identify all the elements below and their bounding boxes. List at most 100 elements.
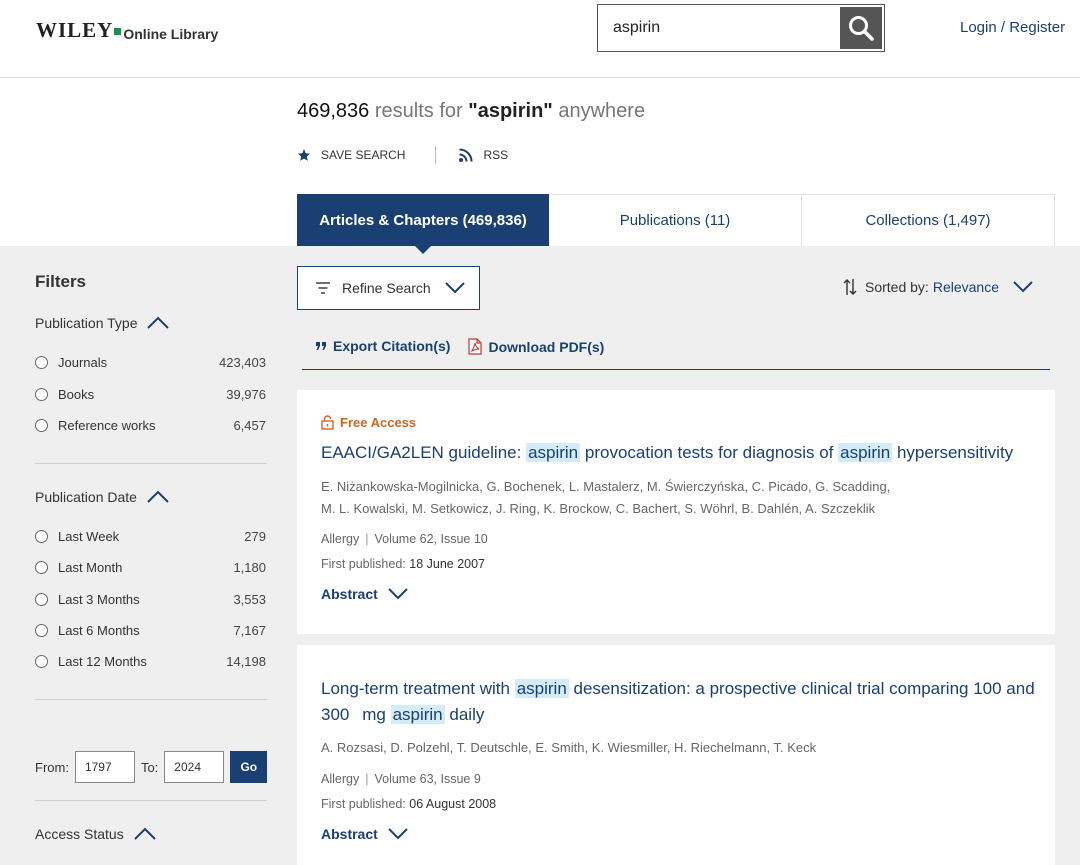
refine-search-button[interactable]: Refine Search bbox=[297, 266, 480, 310]
result-title-link[interactable]: EAACI/GA2LEN guideline: aspirin provocat… bbox=[321, 440, 1036, 466]
search-button[interactable] bbox=[840, 7, 882, 49]
journal-link[interactable]: Allergy bbox=[321, 532, 359, 546]
facet-count: 279 bbox=[244, 529, 266, 544]
facet-reference-works[interactable]: Reference works 6,457 bbox=[35, 418, 266, 433]
title-highlight: aspirin bbox=[838, 443, 893, 462]
facet-last-6-months[interactable]: Last 6 Months 7,167 bbox=[35, 623, 266, 638]
authors-line[interactable]: M. L. Kowalski, M. Setkowicz, J. Ring, K… bbox=[321, 498, 1021, 520]
first-published-date: 18 June 2007 bbox=[409, 557, 486, 571]
result-authors: E. Niżankowska-Mogilnicka, G. Bochenek, … bbox=[321, 476, 1021, 520]
radio-button[interactable] bbox=[35, 356, 48, 369]
search-icon bbox=[849, 16, 874, 41]
result-journal-meta: Allergy | Volume 62, Issue 10 bbox=[321, 532, 488, 546]
publication-type-title: Publication Type bbox=[35, 315, 138, 331]
quote-icon bbox=[316, 342, 326, 350]
wiley-logo[interactable]: WILEY Online Library bbox=[36, 18, 218, 43]
from-year-input[interactable] bbox=[74, 751, 135, 783]
tab-articles-chapters[interactable]: Articles & Chapters (469,836) bbox=[297, 194, 549, 254]
facet-label: Last 12 Months bbox=[58, 654, 147, 669]
radio-button[interactable] bbox=[35, 561, 48, 574]
result-authors: A. Rozsasi, D. Polzehl, T. Deutschle, E.… bbox=[321, 737, 1021, 759]
tab-publications[interactable]: Publications (11) bbox=[549, 194, 802, 246]
publication-date-title: Publication Date bbox=[35, 489, 137, 505]
facet-books[interactable]: Books 39,976 bbox=[35, 387, 266, 402]
radio-button[interactable] bbox=[35, 530, 48, 543]
save-search-button[interactable]: SAVE SEARCH bbox=[297, 148, 405, 162]
meta-separator: | bbox=[365, 772, 369, 786]
abstract-toggle[interactable]: Abstract bbox=[321, 586, 408, 602]
filters-title: Filters bbox=[35, 272, 87, 291]
authors-line[interactable]: E. Niżankowska-Mogilnicka, G. Bochenek, … bbox=[321, 476, 1021, 498]
rss-button[interactable]: RSS bbox=[458, 147, 508, 163]
facet-label: Books bbox=[58, 387, 95, 402]
publication-date-toggle[interactable]: Publication Date bbox=[35, 489, 169, 505]
result-card: Long-term treatment with aspirin desensi… bbox=[297, 645, 1055, 865]
logo-online-library-text: Online Library bbox=[123, 25, 219, 42]
result-title-link[interactable]: Long-term treatment with aspirin desensi… bbox=[321, 676, 1036, 728]
facet-last-week[interactable]: Last Week 279 bbox=[35, 529, 266, 544]
results-for-text: results for bbox=[374, 100, 463, 122]
volume-link[interactable]: Volume 62, Issue 10 bbox=[374, 532, 487, 546]
sort-dropdown[interactable]: Sorted by: Relevance bbox=[843, 278, 1033, 296]
meta-separator: | bbox=[365, 532, 369, 546]
first-published-label: First published: bbox=[321, 797, 406, 811]
free-access-badge: Free Access bbox=[321, 415, 416, 430]
facet-last-3-months[interactable]: Last 3 Months 3,553 bbox=[35, 592, 266, 607]
facet-journals[interactable]: Journals 423,403 bbox=[35, 355, 266, 370]
unlock-icon bbox=[321, 415, 334, 430]
first-published-label: First published: bbox=[321, 557, 406, 571]
download-pdfs-button[interactable]: Download PDF(s) bbox=[468, 338, 604, 355]
chevron-down-icon bbox=[445, 282, 465, 294]
facet-count: 6,457 bbox=[233, 418, 266, 433]
radio-button[interactable] bbox=[35, 388, 48, 401]
date-range-form: From: To: Go bbox=[35, 751, 268, 783]
abstract-toggle[interactable]: Abstract bbox=[321, 826, 408, 842]
journal-link[interactable]: Allergy bbox=[321, 772, 359, 786]
volume-link[interactable]: Volume 63, Issue 9 bbox=[374, 772, 480, 786]
radio-button[interactable] bbox=[35, 655, 48, 668]
authors-line[interactable]: A. Rozsasi, D. Polzehl, T. Deutschle, E.… bbox=[321, 737, 1021, 759]
title-highlight: aspirin bbox=[390, 705, 445, 724]
access-status-toggle[interactable]: Access Status bbox=[35, 826, 156, 842]
rss-label: RSS bbox=[483, 148, 509, 162]
filter-divider bbox=[35, 800, 267, 801]
sorted-by-label: Sorted by: bbox=[865, 279, 929, 295]
results-count: 469,836 bbox=[297, 100, 370, 122]
results-heading: 469,836 results for "aspirin" anywhere bbox=[297, 100, 645, 123]
title-text: hypersensitivity bbox=[892, 443, 1014, 462]
from-label: From: bbox=[35, 759, 69, 775]
filter-divider bbox=[35, 463, 267, 464]
radio-button[interactable] bbox=[35, 419, 48, 432]
facet-count: 14,198 bbox=[226, 654, 266, 669]
save-search-label: SAVE SEARCH bbox=[321, 148, 406, 162]
download-pdfs-label: Download PDF(s) bbox=[488, 338, 605, 355]
tab-collections[interactable]: Collections (1,497) bbox=[802, 194, 1055, 246]
radio-button[interactable] bbox=[35, 593, 48, 606]
facet-label: Last 6 Months bbox=[58, 623, 140, 638]
facet-last-12-months[interactable]: Last 12 Months 14,198 bbox=[35, 654, 266, 669]
login-register-link[interactable]: Login / Register bbox=[960, 19, 1065, 36]
access-status-title: Access Status bbox=[35, 826, 124, 842]
title-text: EAACI/GA2LEN guideline: bbox=[321, 443, 527, 462]
radio-button[interactable] bbox=[35, 624, 48, 637]
abstract-label: Abstract bbox=[321, 586, 378, 602]
rss-icon bbox=[459, 148, 473, 162]
chevron-up-icon bbox=[147, 490, 169, 503]
search-input[interactable] bbox=[598, 5, 838, 51]
title-text: daily bbox=[444, 705, 485, 724]
facet-label: Last 3 Months bbox=[58, 592, 140, 607]
chevron-down-icon bbox=[388, 588, 408, 600]
to-year-input[interactable] bbox=[164, 751, 225, 783]
chevron-down-icon bbox=[1013, 281, 1033, 293]
tool-separator bbox=[435, 146, 437, 164]
logo-square-icon bbox=[114, 28, 122, 35]
go-button[interactable]: Go bbox=[230, 751, 268, 783]
facet-label: Last Month bbox=[58, 560, 123, 575]
site-header: WILEY Online Library Login / Register bbox=[0, 0, 1080, 78]
search-tools: SAVE SEARCH RSS bbox=[297, 146, 508, 164]
facet-last-month[interactable]: Last Month 1,180 bbox=[35, 560, 266, 575]
export-citations-button[interactable]: Export Citation(s) bbox=[315, 338, 450, 354]
result-card: Free Access EAACI/GA2LEN guideline: aspi… bbox=[297, 390, 1055, 634]
publication-type-toggle[interactable]: Publication Type bbox=[35, 315, 170, 331]
facet-count: 3,553 bbox=[233, 592, 266, 607]
